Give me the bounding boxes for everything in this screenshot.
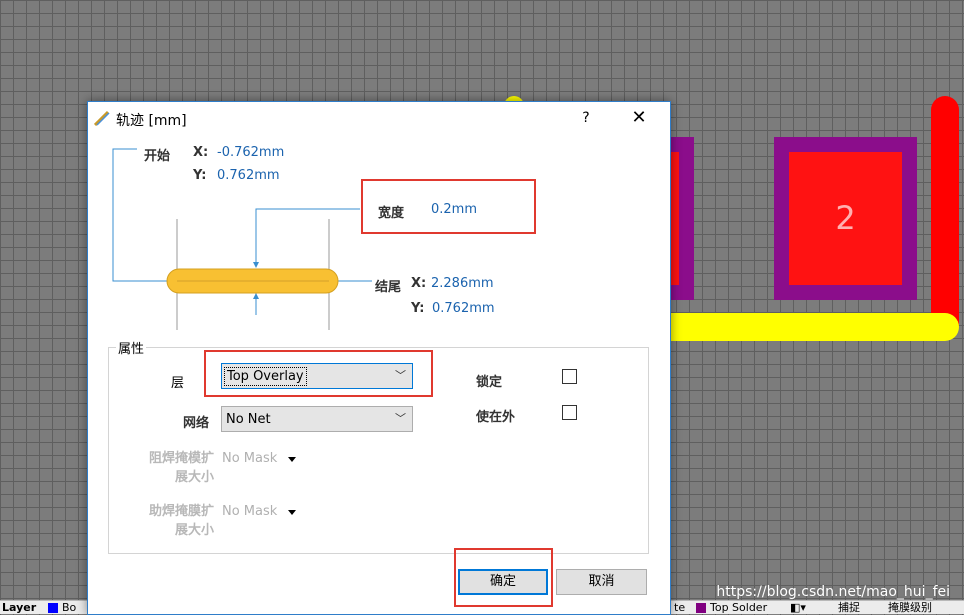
paste-mask-label: 助焊掩膜扩 展大小: [128, 502, 214, 540]
layer-swatch: [48, 603, 58, 613]
end-y-value[interactable]: 0.762mm: [432, 301, 495, 316]
start-y-label: Y:: [193, 168, 207, 183]
paste-mask-dropdown-icon[interactable]: [288, 510, 296, 515]
layer-set-icon[interactable]: ◧▾: [790, 601, 806, 614]
start-x-label: X:: [193, 145, 209, 160]
solder-mask-label-line1: 阻焊掩模扩: [148, 451, 214, 466]
end-y-label: Y:: [411, 301, 425, 316]
start-y-value[interactable]: 0.762mm: [217, 168, 280, 183]
layer-tab-top-solder[interactable]: Top Solder: [696, 601, 767, 614]
mask-level-button[interactable]: 掩膜级别: [888, 601, 932, 614]
cancel-button[interactable]: 取消: [556, 569, 647, 595]
layer-select[interactable]: Top Overlay ﹀: [221, 363, 413, 389]
width-label: 宽度: [378, 206, 405, 221]
net-select-value: No Net: [226, 412, 271, 427]
solder-mask-label: 阻焊掩模扩 展大小: [128, 449, 214, 487]
start-x-value[interactable]: -0.762mm: [217, 145, 284, 160]
pad-2-copper: 2: [789, 152, 902, 285]
chevron-down-icon: ﹀: [395, 369, 406, 382]
layer-tab-partial[interactable]: te: [674, 601, 685, 614]
layer-tab-bottom[interactable]: Bo: [48, 601, 76, 614]
net-label: 网络: [183, 416, 210, 431]
track-properties-dialog: 轨迹 [mm] ? ✕ 开始 X: -0.762mm Y: 0.762mm 宽度…: [87, 101, 671, 615]
properties-group-title: 属性: [116, 338, 147, 357]
keepout-checkbox[interactable]: [562, 405, 577, 420]
pad-2[interactable]: 2: [774, 137, 917, 300]
end-x-value[interactable]: 2.286mm: [431, 276, 494, 291]
track-yellow[interactable]: [668, 313, 959, 341]
paste-mask-label-line2: 展大小: [174, 523, 214, 538]
start-label: 开始: [144, 149, 171, 164]
solder-mask-dropdown-icon[interactable]: [288, 457, 296, 462]
solder-mask-label-line2: 展大小: [174, 470, 214, 485]
paste-mask-label-line1: 助焊掩膜扩: [148, 504, 214, 519]
layer-select-value: Top Overlay: [224, 367, 307, 386]
end-x-label: X:: [411, 276, 427, 291]
locked-checkbox[interactable]: [562, 369, 577, 384]
keepout-label: 使在外: [476, 410, 516, 425]
net-select[interactable]: No Net ﹀: [221, 406, 413, 432]
chevron-down-icon: ﹀: [395, 412, 406, 425]
locked-label: 锁定: [476, 375, 503, 390]
watermark: https://blog.csdn.net/mao_hui_fei: [716, 584, 950, 600]
end-label: 结尾: [375, 280, 402, 295]
ok-button[interactable]: 确定: [458, 569, 548, 595]
track-red[interactable]: [931, 96, 959, 328]
snap-button[interactable]: 捕捉: [838, 601, 860, 614]
pad-2-designator: 2: [835, 199, 856, 237]
layer-tab-label: Bo: [62, 601, 77, 614]
top-solder-swatch: [696, 603, 706, 613]
paste-mask-value[interactable]: No Mask: [222, 504, 277, 519]
solder-mask-value[interactable]: No Mask: [222, 451, 277, 466]
width-value[interactable]: 0.2mm: [431, 202, 477, 217]
layer-label: 层: [171, 376, 185, 391]
layer-label: Layer: [2, 601, 37, 614]
top-solder-label: Top Solder: [710, 601, 768, 614]
